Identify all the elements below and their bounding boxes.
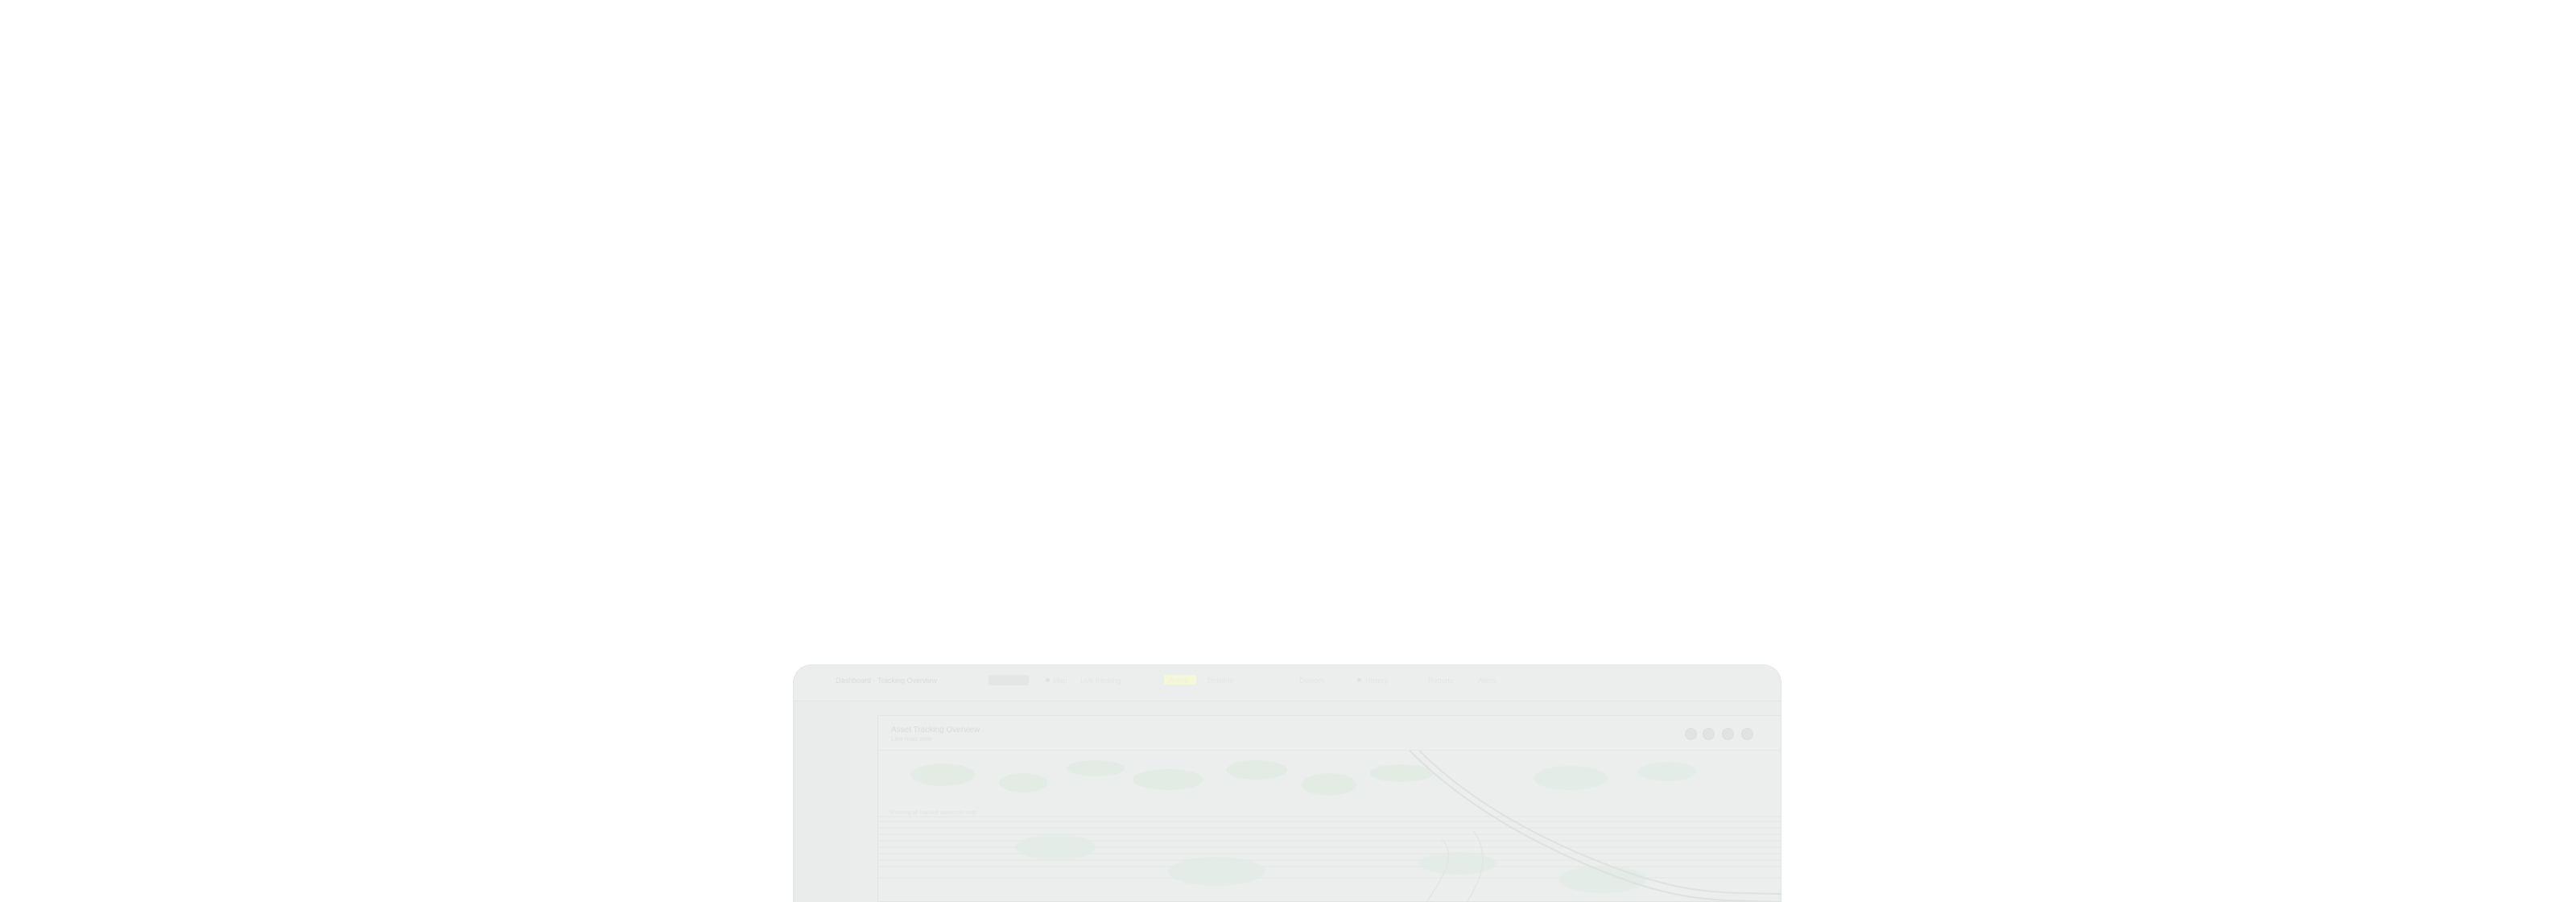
map-panel: Asset Tracking Overview Live map view Sh… [877, 715, 1781, 902]
tab-live-tracking[interactable]: Live tracking [1080, 676, 1121, 685]
left-sidebar [794, 701, 850, 902]
tab-reports[interactable]: Reports [1428, 676, 1454, 685]
panel-header: Asset Tracking Overview Live map view [878, 716, 1781, 751]
map-canvas [878, 751, 1781, 901]
tab-alerts[interactable]: Alerts [1478, 676, 1496, 685]
tab-active[interactable]: Active [1169, 676, 1189, 685]
tab-map[interactable]: Map [1053, 676, 1067, 685]
history-dot-icon [1357, 678, 1361, 682]
app-window: Dashboard - Tracking Overview Filters Ma… [794, 665, 1781, 902]
zoom-out-icon[interactable] [1703, 728, 1715, 740]
fullscreen-icon[interactable] [1741, 728, 1753, 740]
tab-timeline[interactable]: Timeline [1207, 676, 1234, 685]
layers-icon[interactable] [1722, 728, 1734, 740]
map-dot-icon [1046, 678, 1050, 682]
window-title: Dashboard - Tracking Overview [836, 676, 938, 685]
panel-subtitle: Live map view [891, 735, 932, 743]
map-view[interactable]: Showing all tracked assets on map [878, 751, 1781, 901]
zoom-in-icon[interactable] [1685, 728, 1697, 740]
top-toolbar: Dashboard - Tracking Overview Filters Ma… [794, 665, 1781, 701]
map-status-strip: Showing all tracked assets on map [878, 809, 1781, 817]
tab-devices[interactable]: Devices [1299, 676, 1325, 685]
tab-history[interactable]: History [1365, 676, 1388, 685]
panel-title: Asset Tracking Overview [891, 726, 980, 734]
tab-filters[interactable]: Filters [993, 676, 1013, 685]
map-status-text: Showing all tracked assets on map [890, 810, 977, 816]
